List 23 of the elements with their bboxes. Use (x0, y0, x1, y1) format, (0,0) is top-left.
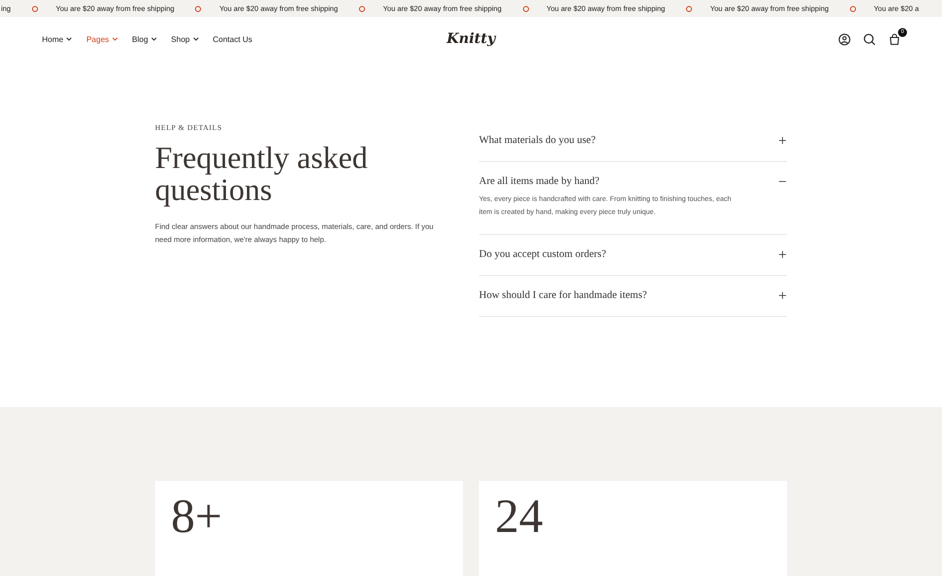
minus-icon[interactable] (779, 178, 786, 185)
caret-icon[interactable] (192, 37, 199, 41)
bag-icon[interactable] (888, 32, 901, 46)
nav-link[interactable]: Shop (171, 34, 199, 44)
stat-value: 8+ (171, 490, 222, 543)
nav-link[interactable]: Blog (132, 34, 158, 44)
plus-icon[interactable] (779, 137, 786, 144)
faq-question[interactable]: Do you accept custom orders? (479, 249, 606, 260)
faq-question[interactable]: What materials do you use? (479, 135, 596, 146)
nav-link[interactable]: Home (42, 34, 72, 44)
nav-link[interactable]: Pages (86, 34, 118, 44)
section-title: Frequently asked questions (155, 142, 369, 206)
faq-question[interactable]: Are all items made by hand? (479, 176, 600, 187)
plus-icon[interactable] (779, 251, 786, 258)
plus-icon[interactable] (779, 292, 786, 299)
caret-icon[interactable] (151, 37, 158, 41)
nav-link[interactable]: Contact Us (212, 34, 252, 44)
caret-icon[interactable] (66, 37, 72, 41)
account-icon[interactable] (838, 32, 851, 46)
logo[interactable]: Knitty (446, 31, 496, 47)
faq-question[interactable]: How should I care for handmade items? (479, 290, 647, 301)
search-icon[interactable] (863, 32, 876, 46)
stat-value: 24 (495, 490, 543, 543)
